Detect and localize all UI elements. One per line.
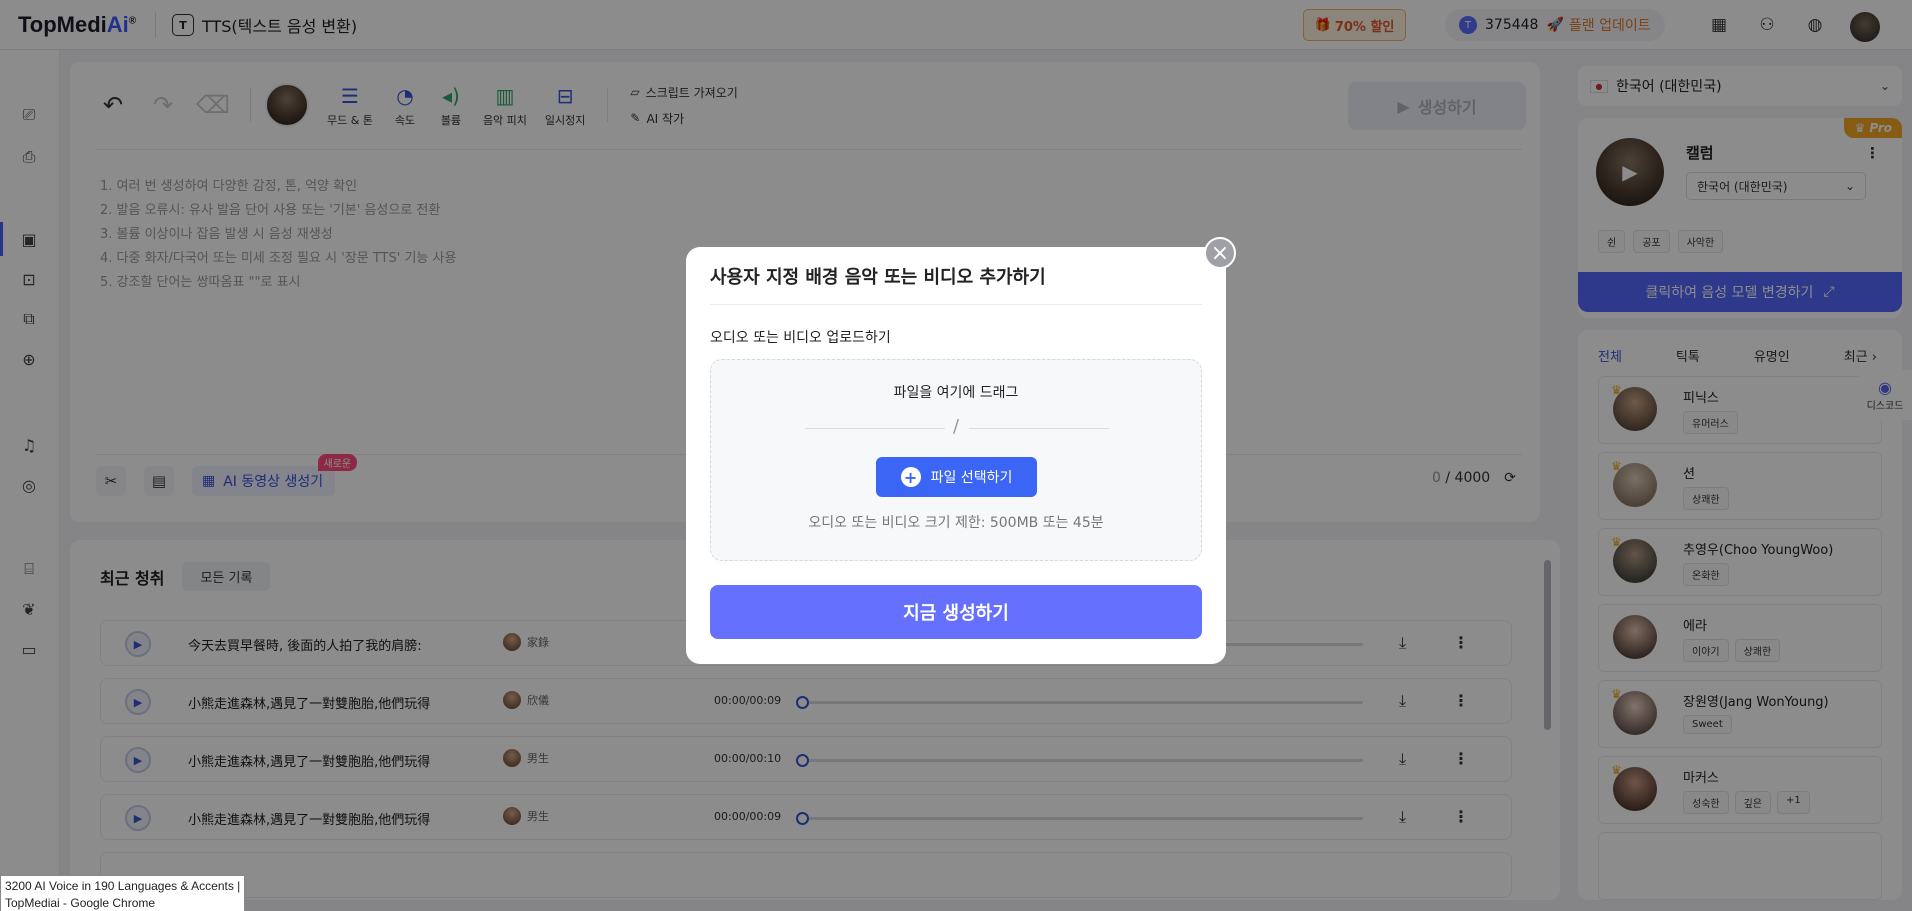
close-icon[interactable]: × (1204, 237, 1236, 269)
file-drop-zone[interactable]: 파일을 여기에 드래그 / + 파일 선택하기 오디오 또는 비디오 크기 제한:… (710, 359, 1202, 561)
modal-title: 사용자 지정 배경 음악 또는 비디오 추가하기 (710, 267, 1046, 288)
browser-tooltip: 3200 AI Voice in 190 Languages & Accents… (0, 875, 246, 911)
plus-icon: + (900, 467, 921, 487)
add-background-music-modal: 사용자 지정 배경 음악 또는 비디오 추가하기 오디오 또는 비디오 업로드하… (686, 247, 1226, 664)
generate-now-button[interactable]: 지금 생성하기 (710, 585, 1202, 639)
upload-label: 오디오 또는 비디오 업로드하기 (710, 330, 891, 346)
divider (710, 304, 1202, 305)
divider (969, 428, 1109, 429)
select-file-button[interactable]: + 파일 선택하기 (876, 457, 1037, 497)
